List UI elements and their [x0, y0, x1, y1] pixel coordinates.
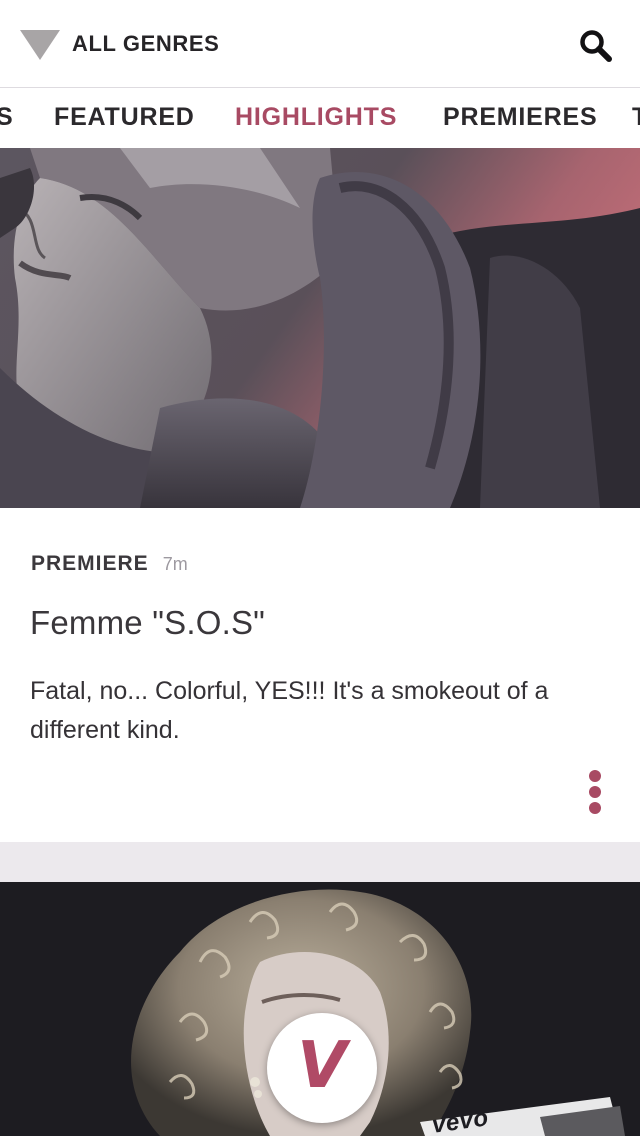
genre-label: ALL GENRES — [72, 31, 220, 56]
more-vertical-icon — [589, 770, 601, 782]
top-bar: ALL GENRES — [0, 0, 640, 88]
dropdown-triangle-icon — [20, 30, 60, 60]
search-icon — [580, 30, 612, 62]
card-description: Fatal, no... Colorful, YES!!! It's a smo… — [30, 677, 549, 744]
more-vertical-icon — [589, 802, 601, 814]
card-timestamp: 7m — [162, 554, 188, 574]
tab-highlights[interactable]: HIGHLIGHTS — [235, 88, 397, 148]
genre-selector[interactable]: ALL GENRES — [18, 24, 219, 64]
tab-partial-right[interactable]: T — [632, 88, 640, 148]
tab-partial-left[interactable]: S — [0, 88, 13, 148]
tab-premieres[interactable]: PREMIERES — [443, 88, 597, 148]
card-title[interactable]: Femme "S.O.S" — [30, 604, 610, 642]
card-kind-label: PREMIERE — [31, 552, 149, 575]
video-card[interactable]: PREMIERE 7m Femme "S.O.S" Fatal, no... C… — [0, 508, 640, 842]
vevo-logo-button[interactable]: V — [267, 1013, 377, 1123]
category-tabs: S FEATURED HIGHLIGHTS PREMIERES T — [0, 88, 640, 148]
card-meta: PREMIERE 7m — [31, 552, 188, 576]
search-button[interactable] — [574, 26, 618, 66]
video-thumbnail[interactable] — [0, 148, 640, 508]
card-separator — [0, 842, 640, 882]
more-options-button[interactable] — [580, 770, 610, 818]
tab-featured[interactable]: FEATURED — [54, 88, 195, 148]
video-thumbnail-artwork — [0, 148, 640, 508]
vevo-logo-icon: V — [297, 1029, 347, 1103]
more-vertical-icon — [589, 786, 601, 798]
